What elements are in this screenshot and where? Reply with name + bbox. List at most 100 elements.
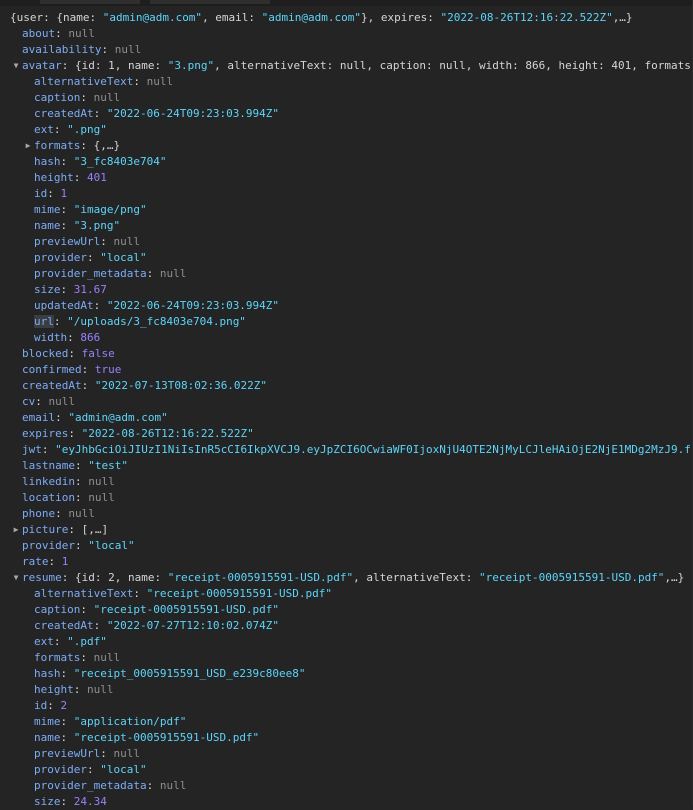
tree-row-text: provider: "local" (22, 538, 135, 554)
property-value: : (53, 315, 68, 328)
property-key: name (34, 731, 61, 744)
tree-row-text: name: "receipt-0005915591-USD.pdf" (34, 730, 259, 746)
tree-row[interactable]: ▼ avatar: {id: 1, name: "3.png", alternat… (0, 58, 693, 74)
tree-row: email: "admin@adm.com" (0, 410, 693, 426)
tree-row: provider_metadata: null (0, 778, 693, 794)
tree-row: height: 401 (0, 170, 693, 186)
tree-row-text: alternativeText: "receipt-0005915591-USD… (34, 586, 332, 602)
property-value: : (48, 555, 62, 568)
property-value: : (81, 363, 95, 376)
property-value: "admin@adm.com" (261, 11, 362, 24)
property-value: null (113, 747, 140, 760)
property-value: : (133, 587, 147, 600)
tree-row: url: "/uploads/3_fc8403e704.png" (0, 314, 693, 330)
tree-row: provider: "local" (0, 250, 693, 266)
property-value: : (47, 699, 61, 712)
tree-row: provider: "local" (0, 538, 693, 554)
tree-row-text: width: 866 (34, 330, 100, 346)
triangle-down-icon[interactable]: ▼ (12, 58, 20, 74)
property-value: : (74, 491, 89, 504)
tree-row-text: formats: null (34, 650, 120, 666)
property-value: "2022-08-26T12:16:22.522Z" (81, 427, 254, 440)
property-value: "2022-06-24T09:23:03.994Z" (106, 107, 280, 120)
tree-row: phone: null (0, 506, 693, 522)
tree-row-text: mime: "image/png" (34, 202, 147, 218)
tree-row: linkedin: null (0, 474, 693, 490)
property-value: "admin@adm.com" (68, 411, 168, 424)
tree-row: mime: "image/png" (0, 202, 693, 218)
property-key: size (34, 283, 61, 296)
property-value: , email: (202, 11, 262, 24)
property-value: : (74, 539, 89, 552)
property-value: null (113, 235, 140, 248)
property-value: null (88, 475, 115, 488)
property-value: "local" (88, 539, 135, 552)
property-value: : (133, 75, 147, 88)
property-value: : (60, 731, 74, 744)
property-value: "test" (88, 459, 128, 472)
property-key: height (34, 171, 74, 184)
property-key: email (22, 411, 56, 424)
property-value: : (60, 667, 74, 680)
property-key: name (34, 219, 61, 232)
tree-row-text: ext: ".pdf" (34, 634, 107, 650)
property-value: null (88, 491, 115, 504)
property-value: : (93, 107, 107, 120)
property-value: "3.png" (167, 59, 215, 72)
tree-row-text: hash: "receipt_0005915591_USD_e239c80ee8… (34, 666, 306, 682)
property-value: "2022-08-26T12:16:22.522Z" (440, 11, 613, 24)
tree-row-text: resume: {id: 2, name: "receipt-000591559… (22, 570, 684, 586)
property-value: 866 (80, 331, 101, 344)
tree-row-text: caption: null (34, 90, 120, 106)
property-value: null (68, 27, 95, 40)
tree-row: alternativeText: "receipt-0005915591-USD… (0, 586, 693, 602)
tree-row: provider: "local" (0, 762, 693, 778)
property-key: provider (34, 763, 87, 776)
tree-row-text: ext: ".png" (34, 122, 107, 138)
tree-row: createdAt: "2022-06-24T09:23:03.994Z" (0, 106, 693, 122)
property-value: null (159, 267, 187, 280)
property-key: caption (34, 603, 81, 616)
property-key: previewUrl (34, 235, 101, 248)
property-value: : (60, 715, 74, 728)
json-preview-tree: {user: {name: "admin@adm.com", email: "a… (0, 10, 693, 810)
property-value: : (60, 155, 74, 168)
tree-row: formats: null (0, 650, 693, 666)
property-key: alternativeText (34, 75, 134, 88)
property-value: : (47, 187, 61, 200)
tree-row: size: 31.67 (0, 282, 693, 298)
tree-row[interactable]: ▶ picture: [,…] (0, 522, 693, 538)
tree-row: lastname: "test" (0, 458, 693, 474)
property-key: phone (22, 507, 56, 520)
tree-row-text: caption: "receipt-0005915591-USD.pdf" (34, 602, 279, 618)
tree-row: confirmed: true (0, 362, 693, 378)
property-value: : (80, 91, 94, 104)
property-value: : (80, 651, 94, 664)
property-value: : (60, 283, 74, 296)
tree-row-text: linkedin: null (22, 474, 115, 490)
tree-row: cv: null (0, 394, 693, 410)
property-value: : (53, 123, 68, 136)
property-value: : (100, 747, 114, 760)
property-key: caption (34, 91, 81, 104)
property-value: ,…} (664, 571, 685, 584)
tree-row[interactable]: ▼ resume: {id: 2, name: "receipt-00059155… (0, 570, 693, 586)
triangle-down-icon[interactable]: ▼ (12, 570, 20, 586)
tree-row: jwt: "eyJhbGciOiJIUzI1NiIsInR5cCI6IkpXVC… (0, 442, 693, 458)
tree-row-text: picture: [,…] (22, 522, 108, 538)
property-value: {user: {name: (10, 11, 103, 24)
property-value: "2022-06-24T09:23:03.994Z" (106, 299, 280, 312)
triangle-right-icon[interactable]: ▶ (24, 138, 32, 154)
tree-row-text: size: 24.34 (34, 794, 107, 810)
property-key: height (34, 683, 74, 696)
property-value: : (74, 459, 89, 472)
property-key: cv (22, 395, 36, 408)
tree-row-text: avatar: {id: 1, name: "3.png", alternati… (22, 58, 691, 74)
triangle-right-icon[interactable]: ▶ (12, 522, 20, 538)
tree-row: about: null (0, 26, 693, 42)
property-value: : (93, 619, 107, 632)
tree-row[interactable]: ▶ formats: {,…} (0, 138, 693, 154)
property-value: : (60, 795, 74, 808)
property-value: , alternativeText: (353, 571, 479, 584)
property-value: : (53, 635, 68, 648)
